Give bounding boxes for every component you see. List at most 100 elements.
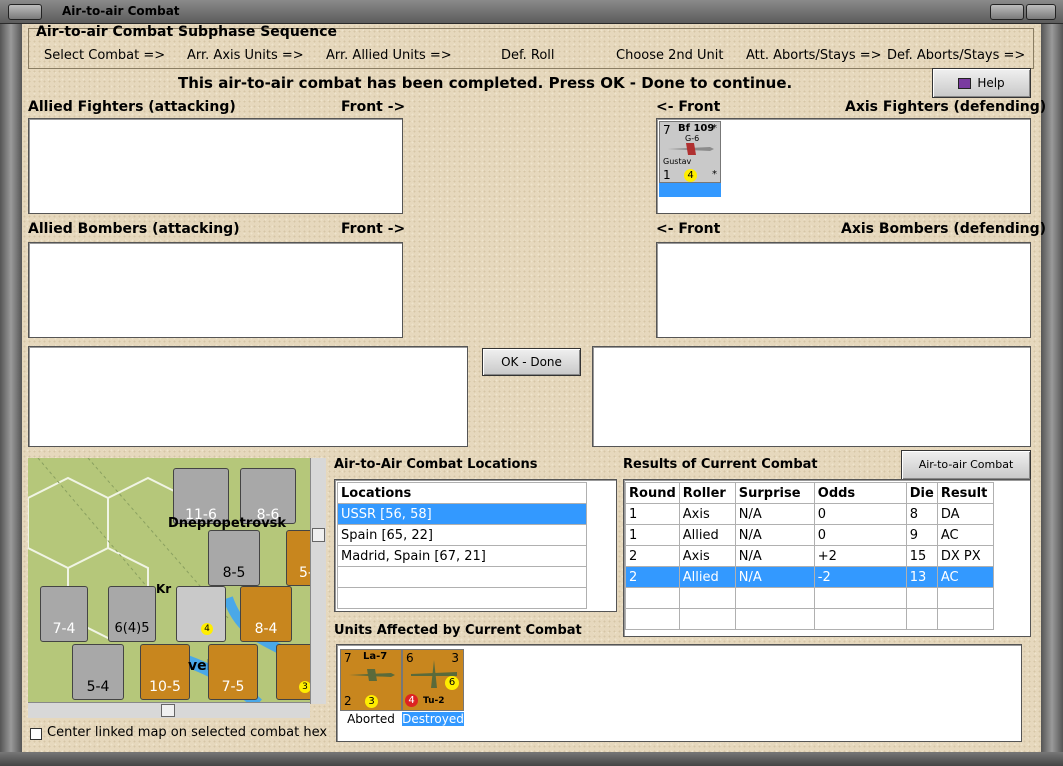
allied-bombers-panel[interactable]	[28, 242, 403, 338]
axis-bombers-front: <- Front	[656, 221, 721, 237]
tu2-counter[interactable]: 6 3 4 Tu-2 6	[402, 649, 464, 711]
cell: Axis	[678, 545, 736, 567]
map-unit[interactable]: 8-5	[208, 530, 260, 586]
axis-fighters-panel[interactable]: 7 Bf 109 * G-6 Gustav 1 4 *	[656, 118, 1031, 214]
table-row[interactable]: 1 Allied N/A 0 9 AC	[625, 524, 994, 546]
cell: DX PX	[936, 545, 994, 567]
map-unit[interactable]: 6(4)5	[108, 586, 156, 642]
cell: AC	[936, 566, 994, 588]
counter-top-left: 7	[663, 123, 671, 137]
table-row[interactable]: 1 Axis N/A 0 8 DA	[625, 503, 994, 525]
map-unit-value: 10-5	[149, 679, 181, 695]
map-unit[interactable]: 10-5	[140, 644, 190, 700]
cell: 2	[625, 566, 680, 588]
cell: AC	[936, 524, 994, 546]
cell: +2	[813, 545, 907, 567]
axis-fighter-counter[interactable]: 7 Bf 109 * G-6 Gustav 1 4 *	[659, 121, 721, 183]
center-map-checkbox[interactable]	[30, 728, 42, 740]
la7-name: La-7	[363, 651, 388, 662]
close-button[interactable]	[1026, 4, 1056, 20]
list-item	[337, 587, 587, 609]
step-select-combat: Select Combat =>	[44, 48, 166, 63]
list-item	[337, 566, 587, 588]
help-book-icon	[958, 78, 972, 89]
table-row[interactable]: 2 Axis N/A +2 15 DX PX	[625, 545, 994, 567]
linked-map[interactable]: 11-6 8-6 Dnepropetrovsk 8-5 5- Kr 7-4 6(…	[28, 458, 326, 704]
help-label: Help	[977, 76, 1005, 90]
step-arr-axis: Arr. Axis Units =>	[187, 48, 304, 63]
step-choose-2nd: Choose 2nd Unit	[616, 48, 724, 63]
step-def-roll: Def. Roll	[501, 48, 555, 63]
allied-bombers-label: Allied Bombers (attacking)	[28, 221, 240, 237]
list-item[interactable]: Madrid, Spain [67, 21]	[337, 545, 587, 567]
window-title: Air-to-air Combat	[62, 4, 180, 18]
cell: Axis	[678, 503, 736, 525]
counter-bottom-left: 1	[663, 168, 671, 182]
map-unit-value: 8-5	[222, 565, 246, 581]
help-button[interactable]: Help	[932, 68, 1031, 98]
map-bf109-range: 4	[201, 623, 213, 635]
cell: 15	[905, 545, 938, 567]
la7-status: Aborted	[347, 712, 395, 726]
list-item[interactable]: Spain [65, 22]	[337, 524, 587, 546]
step-arr-allied: Arr. Allied Units =>	[326, 48, 452, 63]
results-panel: Round Roller Surprise Odds Die Result 1A…	[623, 479, 1031, 637]
cell: 13	[905, 566, 938, 588]
col-odds: Odds	[813, 482, 907, 504]
la7-aircraft-icon	[349, 669, 395, 681]
tu2-status: Destroyed	[402, 712, 464, 726]
map-vscroll-thumb[interactable]	[312, 528, 325, 542]
system-menu-button[interactable]	[8, 4, 42, 20]
map-unit-value: 8-4	[254, 621, 278, 637]
cell: 1	[625, 524, 680, 546]
locations-title: Air-to-Air Combat Locations	[334, 457, 538, 472]
results-table: Round Roller Surprise Odds Die Result 1A…	[625, 482, 994, 630]
allied-fighters-panel[interactable]	[28, 118, 403, 214]
status-message: This air-to-air combat has been complete…	[178, 74, 793, 92]
location-name: USSR [56, 58]	[337, 503, 587, 525]
col-surprise: Surprise	[734, 482, 815, 504]
counter-range: 4	[684, 169, 697, 182]
location-name: Madrid, Spain [67, 21]	[337, 545, 587, 567]
counter-name: Bf 109	[678, 123, 715, 134]
combat-chart-button[interactable]: Air-to-air Combat Chart	[901, 450, 1031, 499]
counter-star: *	[712, 123, 717, 134]
tu2-bottom-left: 4	[405, 694, 418, 707]
map-unit[interactable]: 7-4	[40, 586, 88, 642]
map-horizontal-scrollbar[interactable]	[28, 702, 310, 718]
ok-done-button[interactable]: OK - Done	[482, 348, 581, 376]
table-row[interactable]: 2 Allied N/A -2 13 AC	[625, 566, 994, 588]
dialog-content: Air-to-air Combat Subphase Sequence Sele…	[22, 24, 1046, 752]
counter-pilot: Gustav	[663, 157, 692, 166]
cell: Allied	[678, 566, 736, 588]
map-hscroll-thumb[interactable]	[161, 704, 175, 717]
map-unit[interactable]: 7-5	[208, 644, 258, 700]
cell: 9	[905, 524, 938, 546]
results-header-row: Round Roller Surprise Odds Die Result	[625, 482, 994, 504]
map-unit-value: 7-5	[221, 679, 245, 695]
map-unit[interactable]: 8-4	[240, 586, 292, 642]
locations-header: Locations	[337, 482, 587, 504]
selection-bar	[659, 183, 721, 197]
locations-list[interactable]: Locations USSR [56, 58] Spain [65, 22] M…	[334, 479, 617, 612]
allied-fighters-front: Front ->	[341, 99, 406, 115]
locations-table: Locations USSR [56, 58] Spain [65, 22] M…	[337, 482, 587, 609]
map-unit[interactable]: 5-4	[72, 644, 124, 700]
map-vertical-scrollbar[interactable]	[310, 458, 326, 704]
minimize-button[interactable]	[990, 4, 1024, 20]
map-bf109-counter[interactable]: 4	[176, 586, 226, 642]
sequence-title: Air-to-air Combat Subphase Sequence	[36, 24, 338, 40]
tu2-name: Tu-2	[423, 696, 445, 706]
map-city2-label: Kr	[156, 582, 172, 596]
col-result: Result	[936, 482, 994, 504]
allied-bombers-front: Front ->	[341, 221, 406, 237]
counter-star-bottom: *	[712, 169, 717, 180]
la7-counter[interactable]: 7 La-7 2 3	[340, 649, 402, 711]
col-roller: Roller	[678, 482, 736, 504]
cell: DA	[936, 503, 994, 525]
axis-results-panel	[592, 346, 1031, 447]
axis-bombers-panel[interactable]	[656, 242, 1031, 338]
list-item[interactable]: USSR [56, 58]	[337, 503, 587, 525]
map-unit-value: 6(4)5	[114, 621, 150, 636]
location-name: Spain [65, 22]	[337, 524, 587, 546]
